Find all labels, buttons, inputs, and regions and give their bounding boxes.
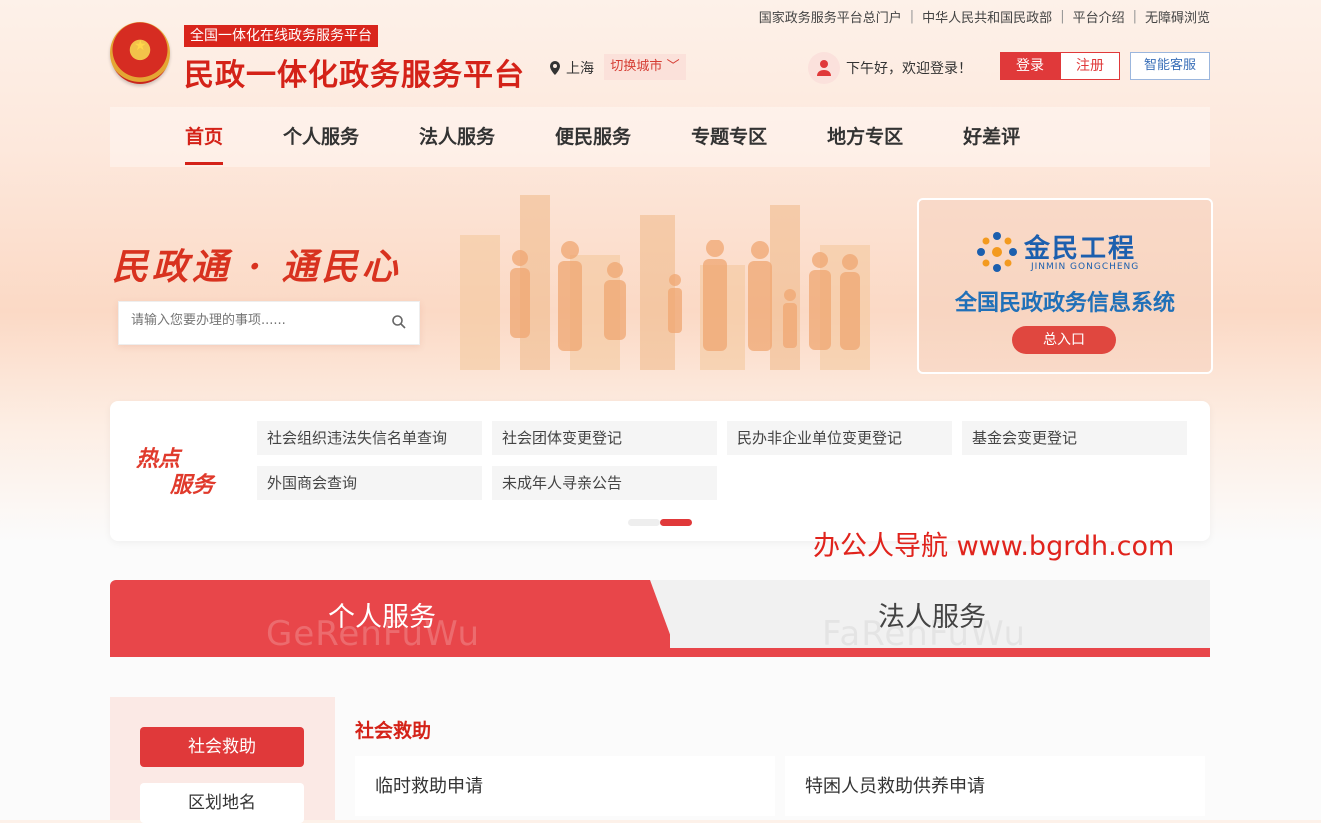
jinmin-entry-button[interactable]: 总入口 (1012, 326, 1116, 354)
hot-item[interactable]: 社会组织违法失信名单查询 (257, 421, 482, 455)
jinmin-logo-icon (977, 232, 1017, 272)
top-links: 国家政务服务平台总门户 | 中华人民共和国民政部 | 平台介绍 | 无障碍浏览 (758, 7, 1210, 26)
hot-item[interactable]: 未成年人寻亲公告 (492, 466, 717, 500)
tab-legal-label: 法人服务 (878, 602, 986, 633)
top-link-portal[interactable]: 国家政务服务平台总门户 (759, 7, 902, 26)
nav-convenience[interactable]: 便民服务 (555, 107, 631, 167)
service-tabs: GeRenFuWu FaRenFuWu 个人服务 法人服务 (110, 580, 1210, 657)
location: 上海 (548, 58, 594, 78)
hot-item[interactable]: 社会团体变更登记 (492, 421, 717, 455)
switch-city-button[interactable]: 切换城市 ﹀ (604, 54, 686, 80)
category-sidebar: 社会救助 区划地名 (110, 697, 335, 823)
family-silhouette-image (510, 240, 860, 351)
jinmin-card[interactable]: 金民工程 JINMIN GONGCHENG 全国民政政务信息系统 总入口 (917, 198, 1213, 374)
user-icon (817, 60, 831, 76)
main-nav: 首页 个人服务 法人服务 便民服务 专题专区 地方专区 好差评 (110, 107, 1210, 167)
sidebar-item-divisions[interactable]: 区划地名 (140, 783, 304, 823)
service-item[interactable]: 特困人员救助供养申请 (785, 756, 1205, 816)
user-greeting: 下午好，欢迎登录！ (808, 52, 972, 84)
jinmin-title: 金民工程 (1024, 234, 1137, 264)
avatar[interactable] (808, 52, 840, 84)
watermark-text: 办公人导航 www.bgrdh.com (813, 531, 1175, 562)
nav-legal[interactable]: 法人服务 (419, 107, 495, 167)
site-title[interactable]: 民政一体化政务服务平台 (184, 50, 525, 94)
location-text: 上海 (566, 61, 594, 77)
search-box (118, 301, 420, 345)
jinmin-system-name: 全国民政政务信息系统 (954, 291, 1175, 316)
search-input[interactable] (129, 312, 383, 329)
greeting-text: 下午好，欢迎登录！ (846, 61, 972, 77)
top-link-ministry[interactable]: 中华人民共和国民政部 (922, 7, 1052, 26)
section-title: 社会救助 (355, 720, 432, 742)
sidebar-item-social-assistance[interactable]: 社会救助 (140, 727, 304, 767)
jinmin-subtitle: JINMIN GONGCHENG (1031, 262, 1140, 272)
carousel-dots (628, 519, 692, 526)
carousel-dot[interactable] (628, 519, 660, 526)
national-emblem-icon: ★ (110, 22, 170, 84)
platform-badge: 全国一体化在线政务服务平台 (184, 25, 378, 47)
hot-services-label: 热点 服务 (136, 447, 215, 498)
smart-service-button[interactable]: 智能客服 (1130, 52, 1210, 80)
service-item[interactable]: 临时救助申请 (355, 756, 775, 816)
hot-services-card: 热点 服务 社会组织违法失信名单查询 社会团体变更登记 民办非企业单位变更登记 … (110, 401, 1210, 541)
carousel-dot-active[interactable] (660, 519, 692, 526)
nav-review[interactable]: 好差评 (963, 107, 1020, 167)
hot-item[interactable]: 基金会变更登记 (962, 421, 1187, 455)
nav-topics[interactable]: 专题专区 (691, 107, 767, 167)
location-pin-icon (550, 61, 560, 75)
tab-personal-label: 个人服务 (328, 602, 436, 633)
top-link-accessible[interactable]: 无障碍浏览 (1145, 7, 1210, 26)
register-button[interactable]: 注册 (1060, 52, 1120, 80)
nav-personal[interactable]: 个人服务 (283, 107, 359, 167)
banner-slogan: 民政通 · 通民心 (112, 246, 402, 288)
hot-item[interactable]: 外国商会查询 (257, 466, 482, 500)
login-button[interactable]: 登录 (1000, 52, 1060, 80)
nav-home[interactable]: 首页 (185, 107, 224, 167)
search-icon[interactable] (391, 314, 407, 330)
chevron-down-icon: ﹀ (666, 59, 680, 74)
nav-local[interactable]: 地方专区 (827, 107, 903, 167)
hot-item[interactable]: 民办非企业单位变更登记 (727, 421, 952, 455)
top-link-about[interactable]: 平台介绍 (1073, 7, 1125, 26)
